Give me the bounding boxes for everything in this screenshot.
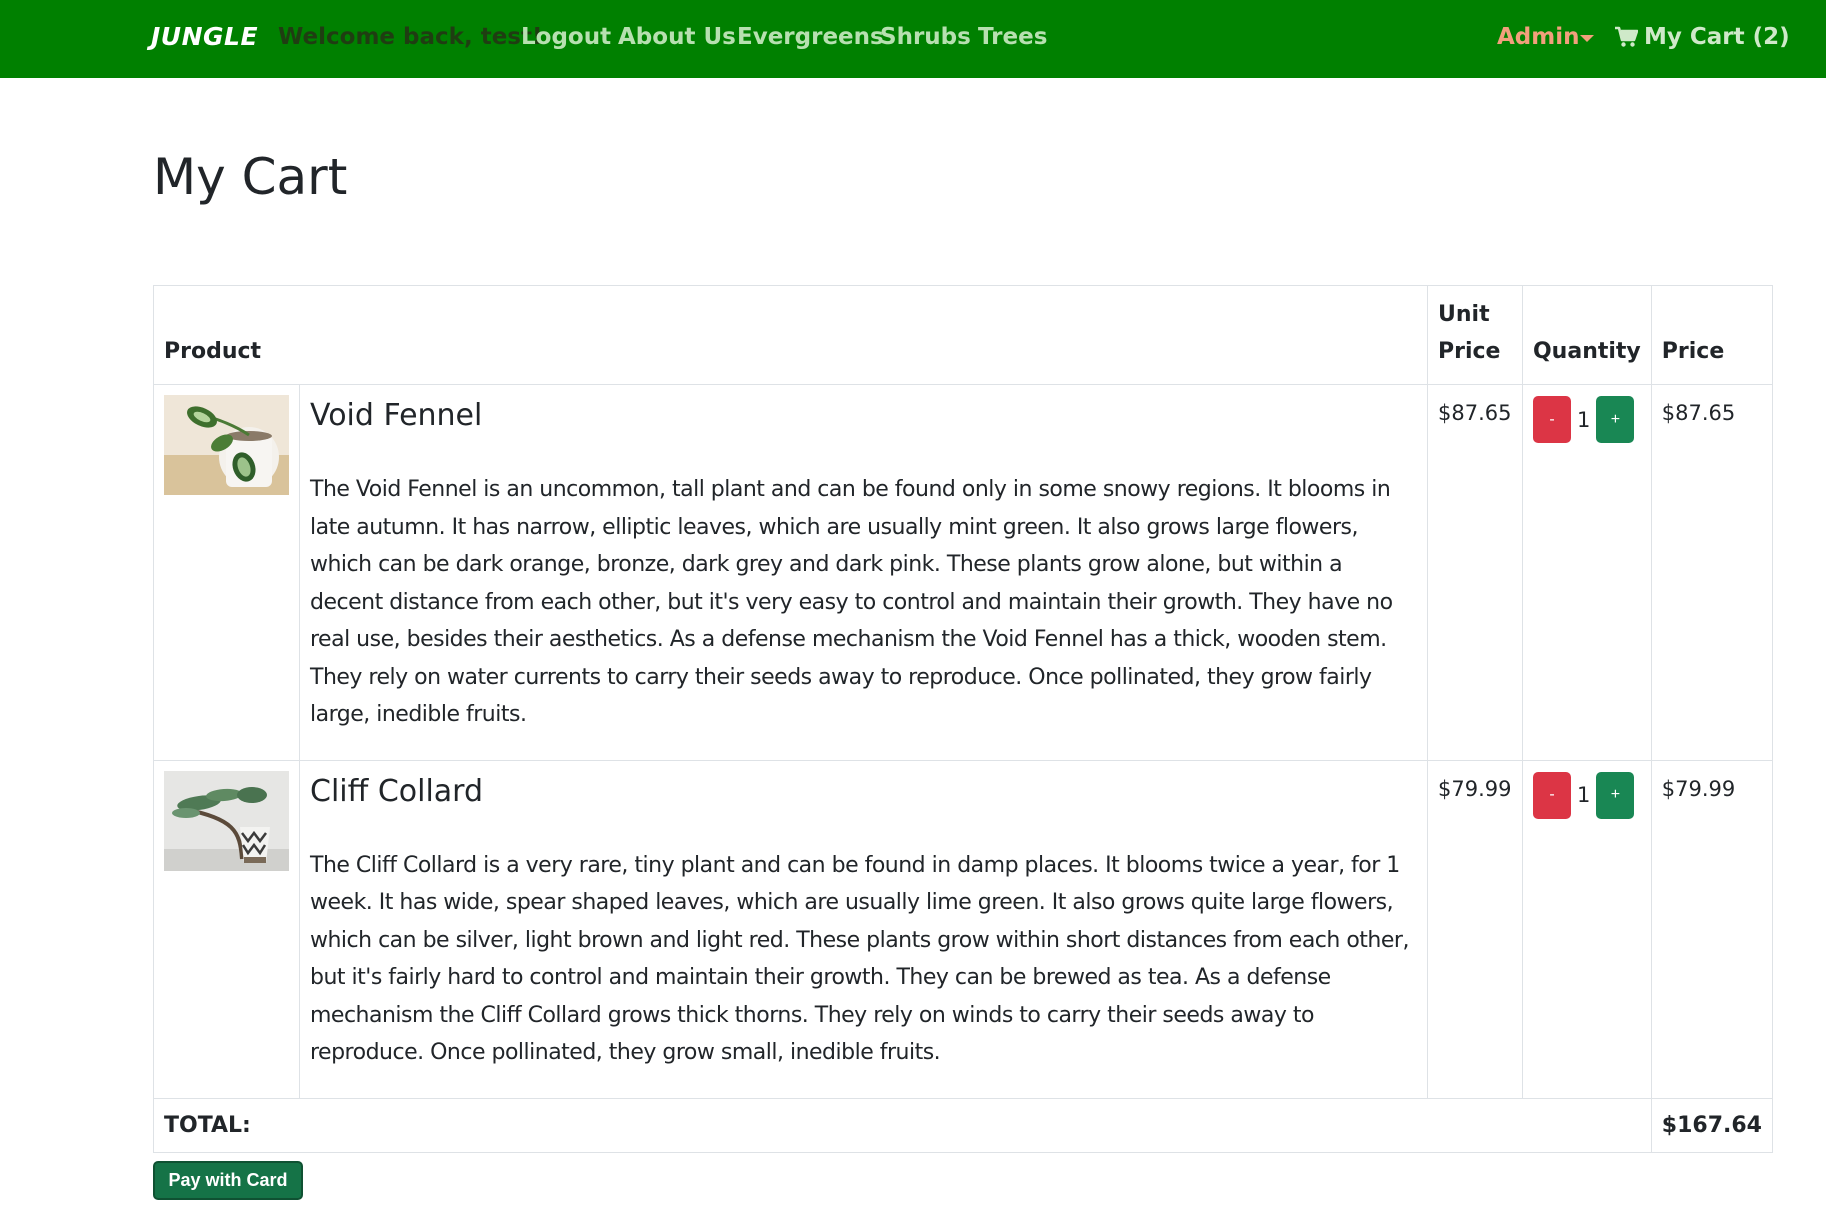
total-label: TOTAL: [153,1097,1652,1153]
welcome-message: Welcome back, test! [278,24,543,50]
quantity-value: 1 [1576,407,1591,432]
line-price: $87.65 [1650,384,1774,761]
nav-trees-link[interactable]: Trees [978,24,1047,50]
table-row: Void Fennel The Void Fennel is an uncomm… [153,384,1774,761]
quantity-stepper: - 1 + [1532,396,1641,443]
my-cart-link[interactable]: My Cart (2) [1614,24,1790,50]
header-product: Product [153,285,1428,385]
header-price: Price [1650,285,1774,385]
nav-shrubs-link[interactable]: Shrubs [880,24,971,50]
top-navbar: JUNGLE Welcome back, test! Logout About … [0,0,1826,78]
increase-quantity-button[interactable]: + [1596,396,1635,443]
quantity-stepper: - 1 + [1532,771,1641,819]
unit-price: $87.65 [1427,384,1523,761]
cart-table: Product Unit Price Quantity Price Void F… [153,285,1774,1153]
pay-with-card-button[interactable]: Pay with Card [153,1161,303,1200]
line-price: $79.99 [1650,759,1774,1099]
decrease-quantity-button[interactable]: - [1532,771,1571,819]
total-value: $167.64 [1650,1097,1774,1153]
header-unit-price: Unit Price [1427,285,1523,385]
chevron-down-icon[interactable] [1580,35,1594,42]
nav-about-link[interactable]: About Us [618,24,736,50]
quantity-value: 1 [1576,783,1591,807]
table-header-row: Product Unit Price Quantity Price [153,285,1774,385]
nav-evergreens-link[interactable]: Evergreens [737,24,884,50]
potted-plant-image[interactable] [164,395,289,495]
nav-logout-link[interactable]: Logout [521,24,611,50]
total-row: TOTAL: $167.64 [153,1097,1774,1153]
my-cart-label: My Cart (2) [1644,24,1790,50]
product-description: The Cliff Collard is a very rare, tiny p… [310,852,1409,1066]
shopping-cart-icon [1615,26,1638,47]
admin-dropdown[interactable]: Admin [1497,24,1580,50]
page-title: My Cart [153,148,348,206]
product-description: The Void Fennel is an uncommon, tall pla… [310,477,1393,727]
product-name: Cliff Collard [310,773,484,809]
increase-quantity-button[interactable]: + [1596,771,1635,819]
unit-price: $79.99 [1427,759,1523,1099]
brand-logo[interactable]: JUNGLE [151,22,258,51]
header-quantity: Quantity [1521,285,1652,385]
bonsai-image[interactable] [164,770,289,871]
table-row: Cliff Collard The Cliff Collard is a ver… [153,759,1774,1099]
product-name: Void Fennel [310,398,483,433]
decrease-quantity-button[interactable]: - [1532,396,1571,443]
